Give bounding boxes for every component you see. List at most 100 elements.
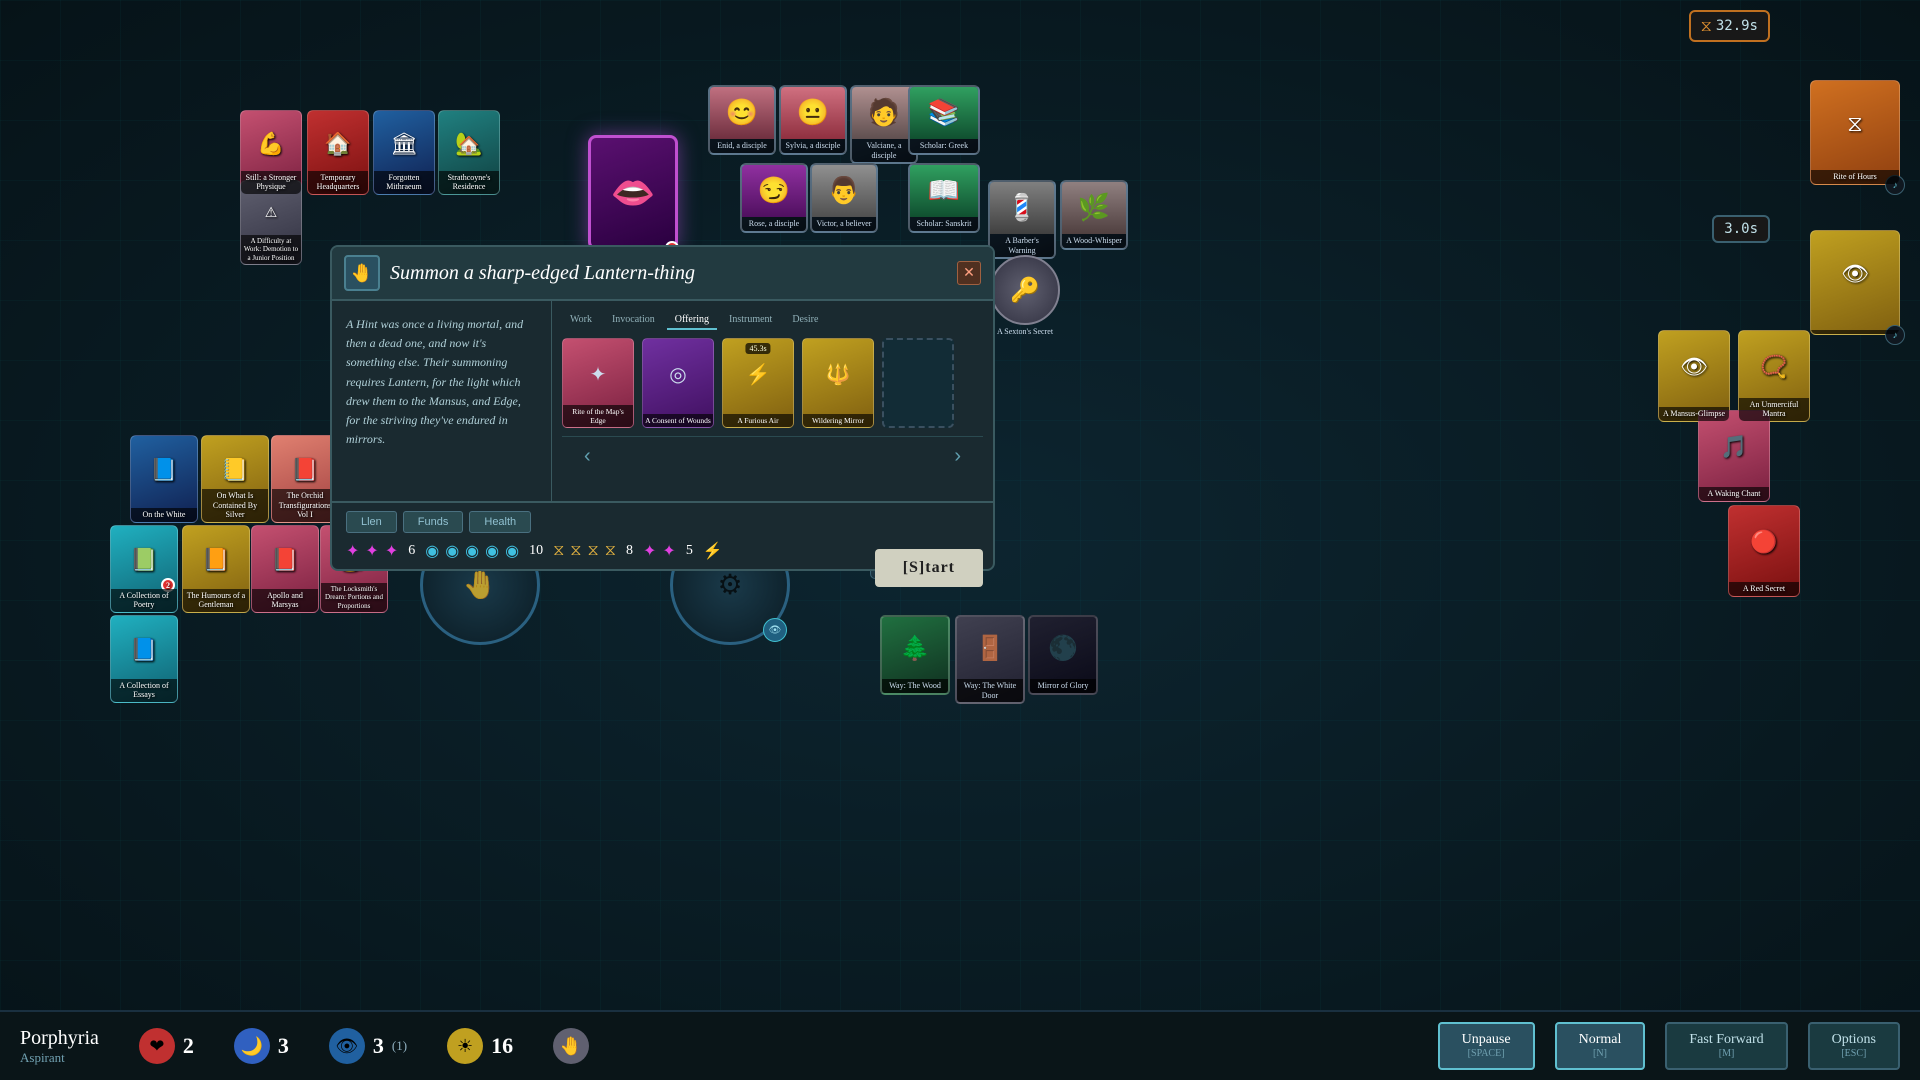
slot-timer: 45.3s <box>745 343 770 354</box>
card-mithraeum[interactable]: 🏛 Forgotten Mithraeum <box>373 110 435 195</box>
main-workstation-card[interactable]: 👄 39.7s ! <box>588 135 678 250</box>
start-button[interactable]: [S]tart <box>875 549 983 587</box>
health-value: 2 <box>183 1033 194 1059</box>
sun-icon: ☀ <box>447 1028 483 1064</box>
tab-instrument[interactable]: Instrument <box>721 311 780 330</box>
card-eye-timer[interactable]: 👁 <box>1810 230 1900 335</box>
card-red-secret[interactable]: 🔴 A Red Secret <box>1728 505 1800 597</box>
eye-value: 3 <box>373 1033 384 1059</box>
card-residence[interactable]: 🏡 Strathcoyne's Residence <box>438 110 500 195</box>
card-humours[interactable]: 📙 The Humours of a Gentleman <box>182 525 250 613</box>
card-stronger-physique[interactable]: 💪 Still: a Stronger Physique <box>240 110 302 195</box>
options-button[interactable]: Options [ESC] <box>1808 1022 1900 1071</box>
card-label: An Unmerciful Mantra <box>1739 398 1809 421</box>
res-count-1: 6 <box>408 543 415 559</box>
card-label: A Red Secret <box>1729 582 1799 596</box>
card-on-the-white[interactable]: 📘 On the White <box>130 435 198 523</box>
card-contained-silver[interactable]: 📒 On What Is Contained By Silver <box>201 435 269 523</box>
card-hourglass[interactable]: ⧖ Rite of Hours <box>1810 80 1900 185</box>
portrait-sylvia[interactable]: 😐 Sylvia, a disciple <box>779 85 847 155</box>
portrait-name: Sylvia, a disciple <box>781 139 845 153</box>
portrait-name: Scholar: Greek <box>910 139 978 153</box>
res-count-3: 8 <box>626 543 633 559</box>
way-the-wood[interactable]: 🌲 Way: The Wood <box>880 615 950 695</box>
tab-work[interactable]: Work <box>562 311 600 330</box>
footer-btn-health[interactable]: Health <box>469 511 531 533</box>
stat-hand: 🤚 <box>553 1028 589 1064</box>
slot-cards-row: ✦ Rite of the Map's Edge ◎ A Consent of … <box>562 338 983 428</box>
card-mansus-glimpse[interactable]: 👁 A Mansus-Glimpse <box>1658 330 1730 422</box>
player-name: Porphyria <box>20 1027 99 1050</box>
portrait-scholar-greek[interactable]: 📚 Scholar: Greek <box>908 85 980 155</box>
stat-eye: 👁 3 (1) <box>329 1028 407 1064</box>
stat-blue: 🌙 3 <box>234 1028 289 1064</box>
dialog-body: A Hint was once a living mortal, and the… <box>332 301 993 501</box>
card-apollo[interactable]: 📕 Apollo and Marsyas <box>251 525 319 613</box>
portrait-name: Scholar: Sanskrit <box>910 217 978 231</box>
portrait-victor[interactable]: 👨 Victor, a believer <box>810 163 878 233</box>
bottom-bar: Porphyria Aspirant ❤ 2 🌙 3 👁 3 (1) ☀ 16 … <box>0 1010 1920 1080</box>
dialog-title-bar: 🤚 Summon a sharp-edged Lantern-thing ✕ <box>332 247 993 301</box>
eye-icon: 👁 <box>329 1028 365 1064</box>
card-label: The Orchid Transfigurations Vol I <box>272 489 338 522</box>
slot-card-label: Wildering Mirror <box>803 414 873 427</box>
portrait-wood-whisper[interactable]: 🌿 A Wood-Whisper <box>1060 180 1128 250</box>
dialog-title: Summon a sharp-edged Lantern-thing <box>390 262 957 285</box>
slot-card-label: A Furious Air <box>723 414 793 427</box>
dialog-nav: ‹ › <box>562 436 983 476</box>
hand-icon: 🤚 <box>553 1028 589 1064</box>
card-label: The Locksmith's Dream: Portions and Prop… <box>321 583 387 612</box>
game-board: ⧖ 32.9s ⧖ Rite of Hours ♪ 3.0s 👁 ♪ 💪 Sti… <box>0 0 1920 1080</box>
footer-btn-funds[interactable]: Funds <box>403 511 464 533</box>
portrait-name: Rose, a disciple <box>742 217 806 231</box>
slot-empty[interactable] <box>882 338 954 428</box>
heart-icon: ❤ <box>139 1028 175 1064</box>
tab-desire[interactable]: Desire <box>784 311 826 330</box>
slot-card-label: Rite of the Map's Edge <box>563 405 633 427</box>
info-badge: 👁 <box>763 618 787 642</box>
unpause-button[interactable]: Unpause [SPACE] <box>1438 1022 1535 1071</box>
res-count-2: 10 <box>529 543 543 559</box>
player-title: Aspirant <box>20 1050 99 1066</box>
dialog-close-button[interactable]: ✕ <box>957 261 981 285</box>
tab-invocation[interactable]: Invocation <box>604 311 663 330</box>
card-waking-chant[interactable]: 🎵 A Waking Chant <box>1698 410 1770 502</box>
portrait-rose[interactable]: 😏 Rose, a disciple <box>740 163 808 233</box>
footer-btn-llen[interactable]: Llen <box>346 511 397 533</box>
slot-card-label: A Consent of Wounds <box>643 414 713 427</box>
fast-forward-button[interactable]: Fast Forward [M] <box>1665 1022 1787 1071</box>
slot-card-wildering[interactable]: 🔱 Wildering Mirror <box>802 338 874 428</box>
slot-card-furious[interactable]: ⚡ 45.3s A Furious Air <box>722 338 794 428</box>
res-count-4: 5 <box>686 543 693 559</box>
nav-prev-button[interactable]: ‹ <box>574 441 601 472</box>
tab-offering[interactable]: Offering <box>667 311 717 330</box>
eye-extra: (1) <box>392 1038 407 1054</box>
music-note-badge-2: ♪ <box>1885 325 1905 345</box>
way-label: Mirror of Glory <box>1030 679 1096 693</box>
normal-button[interactable]: Normal [N] <box>1555 1022 1646 1071</box>
card-label: A Difficulty at Work: Demotion to a Juni… <box>241 235 301 264</box>
portrait-enid[interactable]: 😊 Enid, a disciple <box>708 85 776 155</box>
portrait-barbers-warning[interactable]: 💈 A Barber's Warning <box>988 180 1056 259</box>
card-essays[interactable]: 📘 A Collection of Essays <box>110 615 178 703</box>
portrait-name: A Wood-Whisper <box>1062 234 1126 248</box>
way-label: Way: The White Door <box>957 679 1023 702</box>
timer-badge-second: 3.0s <box>1712 215 1770 243</box>
card-sexton-secret[interactable]: 🔑 A Sexton's Secret <box>990 255 1060 336</box>
card-label: A Collection of Poetry <box>111 589 177 612</box>
way-mirror-glory[interactable]: 🌑 Mirror of Glory <box>1028 615 1098 695</box>
summon-dialog: 🤚 Summon a sharp-edged Lantern-thing ✕ A… <box>330 245 995 571</box>
card-unmerciful-mantra[interactable]: 📿 An Unmerciful Mantra <box>1738 330 1810 422</box>
slot-card-rite[interactable]: ✦ Rite of the Map's Edge <box>562 338 634 428</box>
card-orchid[interactable]: 📕 The Orchid Transfigurations Vol I <box>271 435 339 523</box>
blue-icon: 🌙 <box>234 1028 270 1064</box>
card-temp-hq[interactable]: 🏠 Temporary Headquarters <box>307 110 369 195</box>
portrait-scholar-sanskrit[interactable]: 📖 Scholar: Sanskrit <box>908 163 980 233</box>
slot-card-consent[interactable]: ◎ A Consent of Wounds <box>642 338 714 428</box>
res-star-icon: ✦ <box>346 541 359 561</box>
card-poetry[interactable]: 📗 A Collection of Poetry 2 <box>110 525 178 613</box>
card-label: The Humours of a Gentleman <box>183 589 249 612</box>
sun-value: 16 <box>491 1033 513 1059</box>
nav-next-button[interactable]: › <box>944 441 971 472</box>
way-the-white-door[interactable]: 🚪 Way: The White Door <box>955 615 1025 704</box>
